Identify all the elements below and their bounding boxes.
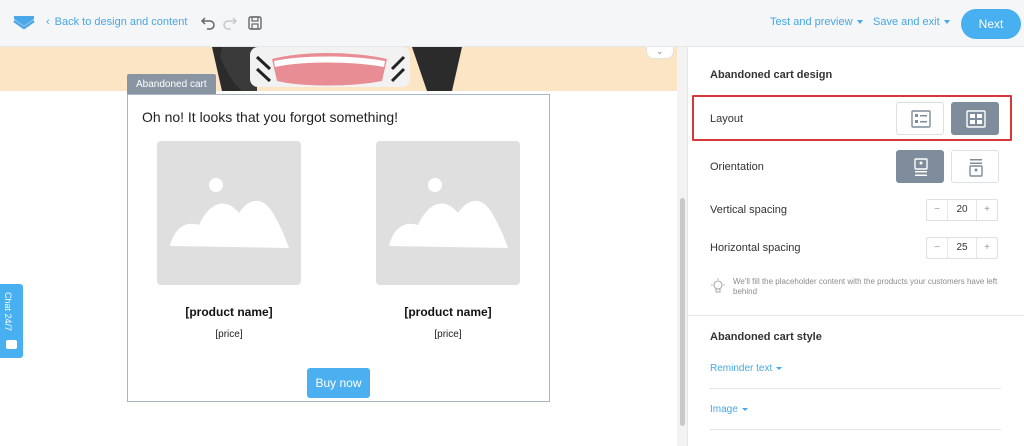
abandoned-cart-block[interactable]: Oh no! It looks that you forgot somethin… (127, 94, 550, 402)
image-accordion[interactable]: Image (710, 404, 748, 415)
vertical-orientation-icon (914, 158, 928, 176)
vertical-spacing-label: Vertical spacing (710, 204, 788, 216)
caret-down-icon (943, 20, 950, 25)
image-label: Image (710, 404, 738, 415)
image-placeholder-icon (389, 178, 508, 248)
divider (710, 388, 1001, 389)
chat-bubble-icon (6, 340, 17, 349)
chevron-down-icon: ⌄ (656, 47, 664, 56)
scrollbar-thumb[interactable] (680, 198, 685, 426)
layout-list-option[interactable] (896, 102, 944, 135)
banner-illustration (212, 47, 462, 91)
orientation-label: Orientation (710, 161, 764, 173)
reminder-text-accordion[interactable]: Reminder text (710, 363, 783, 374)
product-name: [product name] (404, 305, 492, 319)
settings-panel: Abandoned cart design Layout Orientation (687, 47, 1024, 446)
cart-heading: Oh no! It looks that you forgot somethin… (142, 109, 399, 125)
product-name: [product name] (185, 305, 273, 319)
caret-down-icon (776, 366, 783, 370)
product-price: [price] (434, 329, 462, 340)
decrement-button[interactable]: − (927, 238, 947, 258)
back-to-design-link[interactable]: ‹ Back to design and content (46, 16, 187, 28)
save-and-exit-label: Save and exit (873, 16, 940, 28)
back-link-label: Back to design and content (54, 16, 188, 28)
chat-label: Chat 24/7 (3, 292, 13, 332)
collapse-toggle[interactable]: ⌄ (646, 47, 674, 59)
chat-tab[interactable]: Chat 24/7 (0, 284, 23, 358)
decrement-button[interactable]: − (927, 200, 947, 220)
redo-icon[interactable] (222, 14, 240, 32)
product-image-placeholder (376, 141, 520, 285)
caret-down-icon (741, 407, 748, 411)
orientation-horizontal-option[interactable] (951, 150, 999, 183)
horizontal-spacing-stepper: − 25 + (926, 237, 998, 259)
top-toolbar: ‹ Back to design and content Test and pr… (0, 0, 1024, 47)
save-and-exit-menu[interactable]: Save and exit (873, 16, 950, 28)
buy-now-button[interactable]: Buy now (307, 368, 370, 398)
test-and-preview-menu[interactable]: Test and preview (770, 16, 863, 28)
increment-button[interactable]: + (977, 238, 997, 258)
next-button[interactable]: Next (961, 9, 1021, 39)
design-section-title: Abandoned cart design (710, 69, 833, 81)
block-tag: Abandoned cart (127, 74, 216, 95)
grid-layout-icon (966, 110, 986, 128)
chevron-left-icon: ‹ (46, 16, 50, 28)
horizontal-spacing-value[interactable]: 25 (947, 238, 977, 258)
logo-icon (13, 16, 35, 30)
header-banner[interactable] (0, 47, 677, 91)
product-image-placeholder (157, 141, 301, 285)
image-placeholder-icon (170, 178, 289, 248)
list-layout-icon (911, 110, 931, 128)
email-canvas: ⌄ Abandoned cart Oh no! It looks that yo… (0, 47, 677, 446)
increment-button[interactable]: + (977, 200, 997, 220)
test-and-preview-label: Test and preview (770, 16, 853, 28)
hint-text: We'll fill the placeholder content with … (733, 277, 998, 296)
horizontal-spacing-label: Horizontal spacing (710, 242, 801, 254)
divider (710, 429, 1001, 430)
vertical-spacing-stepper: − 20 + (926, 199, 998, 221)
save-icon[interactable] (246, 14, 264, 32)
orientation-vertical-option[interactable] (896, 150, 944, 183)
style-section-title: Abandoned cart style (710, 331, 822, 343)
product-card: [product name] [price] (157, 141, 301, 340)
section-divider (688, 315, 1024, 316)
product-card: [product name] [price] (376, 141, 520, 340)
vertical-spacing-value[interactable]: 20 (947, 200, 977, 220)
undo-icon[interactable] (198, 14, 216, 32)
caret-down-icon (856, 20, 863, 25)
layout-label: Layout (710, 113, 744, 125)
product-price: [price] (215, 329, 243, 340)
reminder-text-label: Reminder text (710, 363, 773, 374)
layout-grid-option[interactable] (951, 102, 999, 135)
horizontal-orientation-icon (969, 159, 983, 177)
lightbulb-icon (711, 278, 725, 293)
